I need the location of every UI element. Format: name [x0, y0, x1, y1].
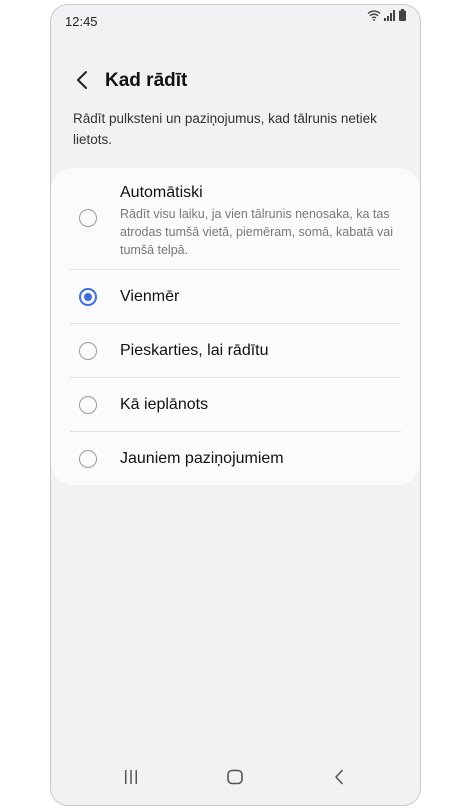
home-button[interactable]: [220, 767, 250, 791]
radio-automatic[interactable]: [79, 209, 97, 227]
signal-icon: [384, 8, 396, 26]
chevron-left-icon: [76, 70, 88, 95]
option-new-notifications[interactable]: Jauniem paziņojumiem: [51, 432, 420, 485]
status-time: 12:45: [65, 14, 98, 29]
option-label: Jauniem paziņojumiem: [120, 450, 284, 467]
option-sublabel: Rādīt visu laiku, ja vien tālrunis nenos…: [120, 207, 394, 257]
battery-icon: [399, 8, 406, 26]
radio-tap-to-show[interactable]: [79, 342, 97, 360]
back-icon: [334, 769, 344, 790]
navigation-bar: [51, 757, 420, 805]
option-label: Kā ieplānots: [120, 396, 209, 413]
radio-always[interactable]: [79, 288, 97, 306]
option-always[interactable]: Vienmēr: [51, 270, 420, 323]
option-label: Automātiski: [120, 184, 203, 201]
home-icon: [227, 769, 243, 790]
back-button[interactable]: [69, 67, 95, 97]
option-label: Pieskarties, lai rādītu: [120, 342, 269, 359]
system-back-button[interactable]: [324, 767, 354, 791]
phone-screen: 12:45 Kad rādīt Rādīt pulksteni un paziņ…: [50, 4, 421, 806]
radio-as-scheduled[interactable]: [79, 396, 97, 414]
option-as-scheduled[interactable]: Kā ieplānots: [51, 378, 420, 431]
recents-icon: [123, 769, 139, 790]
option-tap-to-show[interactable]: Pieskarties, lai rādītu: [51, 324, 420, 377]
status-icons: [367, 9, 406, 26]
options-card: Automātiski Rādīt visu laiku, ja vien tā…: [51, 168, 420, 485]
wifi-icon: [367, 8, 381, 26]
header: Kad rādīt: [51, 63, 420, 103]
option-label: Vienmēr: [120, 288, 180, 305]
option-automatic[interactable]: Automātiski Rādīt visu laiku, ja vien tā…: [51, 168, 420, 269]
page-title: Kad rādīt: [105, 70, 188, 91]
recents-button[interactable]: [116, 767, 146, 791]
status-bar: 12:45: [51, 5, 420, 37]
radio-new-notifications[interactable]: [79, 450, 97, 468]
page-description: Rādīt pulksteni un paziņojumus, kad tālr…: [73, 111, 377, 147]
